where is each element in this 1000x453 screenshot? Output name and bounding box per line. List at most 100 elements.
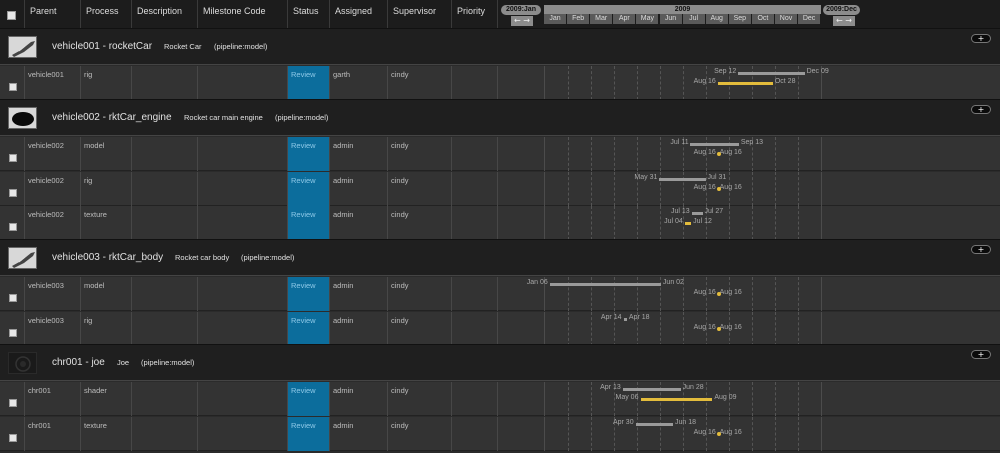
- row-checkbox[interactable]: [9, 188, 17, 197]
- line1-bar[interactable]: [659, 177, 706, 181]
- cell-milestone[interactable]: [198, 137, 288, 171]
- cell-supervisor[interactable]: cindy: [388, 382, 452, 416]
- cell-milestone[interactable]: [198, 382, 288, 416]
- cell-supervisor[interactable]: cindy: [388, 171, 452, 206]
- add-task-button[interactable]: +: [971, 350, 991, 359]
- header-parent[interactable]: Parent: [25, 0, 81, 30]
- engine-thumbnail[interactable]: [8, 107, 37, 129]
- line2-milestone-dot[interactable]: [716, 292, 721, 296]
- timeline-cell[interactable]: Apr 14 Apr 18 Aug 16 Aug 16: [498, 311, 1000, 346]
- row-checkbox[interactable]: [9, 328, 17, 337]
- group-title[interactable]: vehicle002 - rktCar_engine: [52, 112, 172, 123]
- header-assigned[interactable]: Assigned: [330, 0, 388, 30]
- character-thumbnail[interactable]: [8, 352, 37, 374]
- cell-status[interactable]: Review: [288, 137, 330, 171]
- row-checkbox[interactable]: [9, 83, 17, 91]
- header-description[interactable]: Description: [132, 0, 198, 30]
- line1-bar[interactable]: [549, 283, 661, 286]
- cell-assigned[interactable]: garth: [330, 66, 388, 100]
- row-checkbox[interactable]: [9, 399, 17, 407]
- rocket-car-thumbnail[interactable]: [8, 36, 37, 58]
- cell-supervisor[interactable]: cindy: [388, 206, 452, 240]
- line1-bar[interactable]: [623, 388, 681, 391]
- cell-priority[interactable]: [452, 171, 498, 206]
- line2-bar[interactable]: [685, 222, 692, 225]
- line2-milestone-dot[interactable]: [716, 186, 721, 191]
- cell-process[interactable]: rig: [81, 66, 132, 100]
- cell-parent[interactable]: vehicle002: [25, 206, 81, 240]
- cell-supervisor[interactable]: cindy: [388, 311, 452, 346]
- timeline-end-nav-arrows[interactable]: ← →: [833, 16, 855, 26]
- cell-process[interactable]: shader: [81, 382, 132, 416]
- line2-milestone-dot[interactable]: [716, 431, 721, 436]
- cell-status[interactable]: Review: [288, 416, 330, 451]
- timeline-start-nav-arrows[interactable]: ← →: [511, 16, 533, 26]
- line1-bar[interactable]: [691, 212, 703, 215]
- cell-priority[interactable]: [452, 311, 498, 346]
- cell-milestone[interactable]: [198, 171, 288, 206]
- row-checkbox[interactable]: [9, 433, 17, 442]
- line2-bar[interactable]: [640, 398, 713, 401]
- cell-parent[interactable]: chr001: [25, 416, 81, 451]
- cell-assigned[interactable]: admin: [330, 416, 388, 451]
- cell-priority[interactable]: [452, 206, 498, 240]
- header-supervisor[interactable]: Supervisor: [388, 0, 452, 30]
- group-title[interactable]: vehicle001 - rocketCar: [52, 41, 152, 52]
- cell-milestone[interactable]: [198, 277, 288, 311]
- cell-status[interactable]: Review: [288, 382, 330, 416]
- cell-parent[interactable]: vehicle003: [25, 311, 81, 346]
- cell-priority[interactable]: [452, 137, 498, 171]
- select-all-checkbox[interactable]: [7, 11, 16, 20]
- cell-milestone[interactable]: [198, 66, 288, 100]
- timeline-cell[interactable]: May 31 Jul 31 Aug 16 Aug 16: [498, 171, 1000, 206]
- cell-parent[interactable]: vehicle002: [25, 171, 81, 206]
- group-title[interactable]: vehicle003 - rktCar_body: [52, 252, 163, 263]
- timeline-cell[interactable]: Apr 13 Jun 28 May 06 Aug 09: [498, 382, 1000, 416]
- add-task-button[interactable]: +: [971, 34, 991, 43]
- cell-description[interactable]: [132, 137, 198, 171]
- cell-parent[interactable]: vehicle001: [25, 66, 81, 100]
- cell-assigned[interactable]: admin: [330, 277, 388, 311]
- cell-status[interactable]: Review: [288, 311, 330, 346]
- car-body-thumbnail[interactable]: [8, 247, 37, 269]
- cell-description[interactable]: [132, 382, 198, 416]
- cell-description[interactable]: [132, 66, 198, 100]
- line2-milestone-dot[interactable]: [716, 152, 721, 156]
- line1-bar[interactable]: [738, 72, 805, 75]
- cell-assigned[interactable]: admin: [330, 171, 388, 206]
- cell-process[interactable]: model: [81, 277, 132, 311]
- cell-parent[interactable]: vehicle003: [25, 277, 81, 311]
- cell-description[interactable]: [132, 277, 198, 311]
- cell-supervisor[interactable]: cindy: [388, 137, 452, 171]
- timeline-cell[interactable]: Jul 13 Jul 27 Jul 04 Jul 12: [498, 206, 1000, 240]
- cell-description[interactable]: [132, 416, 198, 451]
- cell-milestone[interactable]: [198, 206, 288, 240]
- cell-status[interactable]: Review: [288, 277, 330, 311]
- header-milestone-code[interactable]: Milestone Code: [198, 0, 288, 30]
- line1-bar[interactable]: [635, 422, 674, 426]
- cell-status[interactable]: Review: [288, 206, 330, 240]
- cell-parent[interactable]: chr001: [25, 382, 81, 416]
- timeline-cell[interactable]: Sep 12 Dec 09 Aug 16 Oct 28: [498, 66, 1000, 100]
- timeline-cell[interactable]: Jul 11 Sep 13 Aug 16 Aug 16: [498, 137, 1000, 171]
- add-task-button[interactable]: +: [971, 105, 991, 114]
- line2-bar[interactable]: [717, 82, 773, 85]
- cell-milestone[interactable]: [198, 416, 288, 451]
- cell-status[interactable]: Review: [288, 171, 330, 206]
- cell-process[interactable]: model: [81, 137, 132, 171]
- header-process[interactable]: Process: [81, 0, 132, 30]
- line1-bar[interactable]: [690, 143, 739, 146]
- cell-assigned[interactable]: admin: [330, 311, 388, 346]
- timeline-cell[interactable]: Jan 06 Jun 02 Aug 16 Aug 16: [498, 277, 1000, 311]
- cell-process[interactable]: rig: [81, 311, 132, 346]
- cell-status[interactable]: Review: [288, 66, 330, 100]
- header-status[interactable]: Status: [288, 0, 330, 30]
- cell-process[interactable]: texture: [81, 206, 132, 240]
- header-priority[interactable]: Priority: [452, 0, 498, 30]
- cell-priority[interactable]: [452, 382, 498, 416]
- cell-assigned[interactable]: admin: [330, 137, 388, 171]
- row-checkbox[interactable]: [9, 154, 17, 162]
- cell-supervisor[interactable]: cindy: [388, 66, 452, 100]
- cell-assigned[interactable]: admin: [330, 382, 388, 416]
- row-checkbox[interactable]: [9, 223, 17, 231]
